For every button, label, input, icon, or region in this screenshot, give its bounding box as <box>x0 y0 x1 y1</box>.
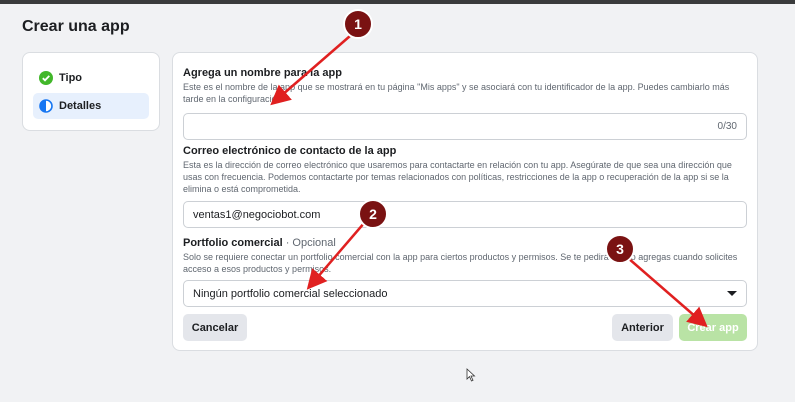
portfolio-label: Portfolio comercial · Opcional <box>183 237 747 249</box>
page-title: Crear una app <box>22 18 130 35</box>
back-button[interactable]: Anterior <box>612 314 673 341</box>
app-name-section: Agrega un nombre para la app Este es el … <box>183 67 747 140</box>
step-label: Tipo <box>59 72 83 84</box>
business-portfolio-section: Portfolio comercial · Opcional Solo se r… <box>183 237 747 307</box>
portfolio-select[interactable]: Ningún portfolio comercial seleccionado <box>183 280 747 307</box>
annotation-number: 1 <box>354 16 362 32</box>
app-name-label: Agrega un nombre para la app <box>183 67 342 79</box>
portfolio-label-text: Portfolio comercial <box>183 237 283 249</box>
contact-email-input[interactable]: ventas1@negociobot.com <box>183 201 747 228</box>
half-circle-icon <box>39 99 53 113</box>
step-tipo[interactable]: Tipo <box>33 65 149 91</box>
app-name-help: Este es el nombre de la app que se mostr… <box>183 82 730 104</box>
check-circle-icon <box>39 71 53 85</box>
contact-email-value: ventas1@negociobot.com <box>193 208 321 221</box>
annotation-marker-1: 1 <box>343 9 373 39</box>
app-name-input[interactable]: 0/30 <box>183 113 747 140</box>
char-counter: 0/30 <box>717 121 737 132</box>
contact-email-label: Correo electrónico de contacto de la app <box>183 145 397 157</box>
chevron-down-icon <box>727 291 737 296</box>
app-details-form: Agrega un nombre para la app Este es el … <box>172 52 758 351</box>
step-detalles[interactable]: Detalles <box>33 93 149 119</box>
mouse-cursor-icon <box>466 368 476 382</box>
steps-panel: Tipo Detalles <box>22 52 160 131</box>
contact-email-section: Correo electrónico de contacto de la app… <box>183 145 747 228</box>
create-app-button[interactable]: Crear app <box>679 314 747 341</box>
portfolio-selected-value: Ningún portfolio comercial seleccionado <box>193 287 388 300</box>
top-bar <box>0 0 795 4</box>
portfolio-help: Solo se requiere conectar un portfolio c… <box>183 252 738 274</box>
contact-email-help: Esta es la dirección de correo electróni… <box>183 160 732 194</box>
step-label: Detalles <box>59 100 102 112</box>
optional-tag: · Opcional <box>285 237 336 249</box>
cancel-button[interactable]: Cancelar <box>183 314 247 341</box>
